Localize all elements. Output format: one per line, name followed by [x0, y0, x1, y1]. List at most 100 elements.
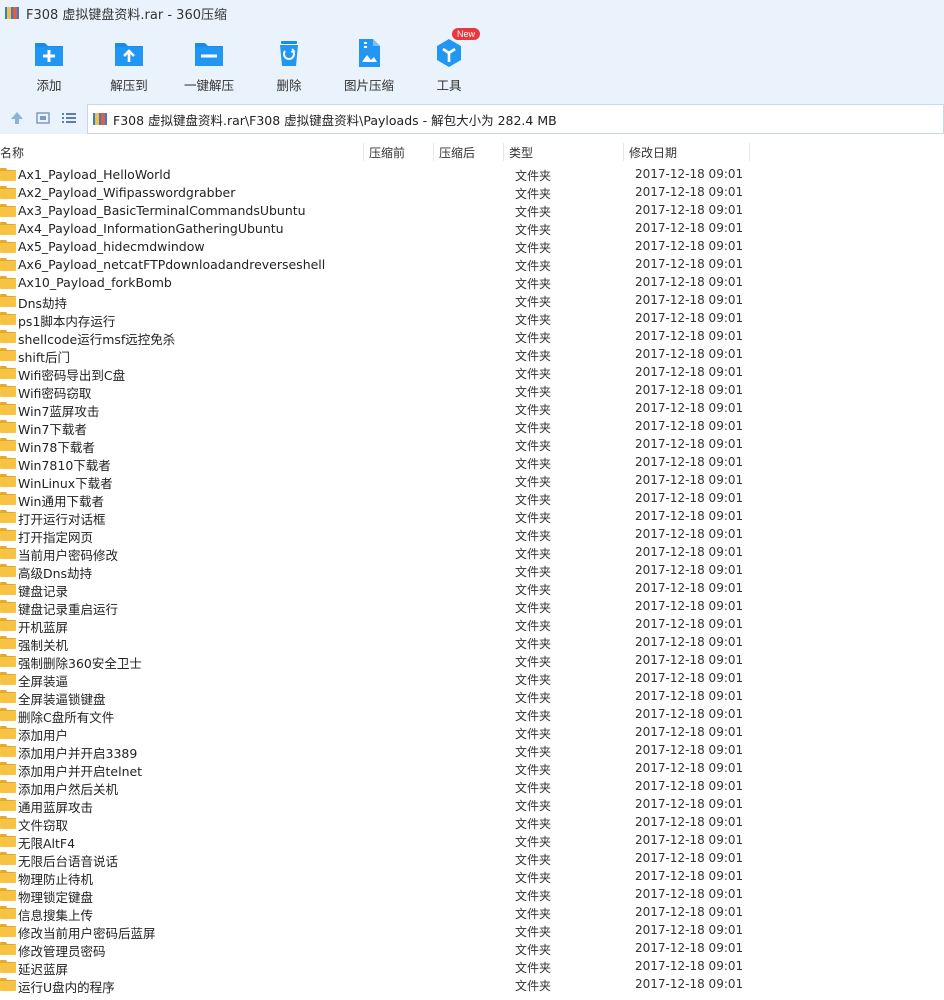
file-row[interactable]: 删除C盘所有文件 文件夹 2017-12-18 09:01 [0, 706, 944, 725]
file-modified-date: 2017-12-18 09:01 [635, 239, 744, 253]
delete-button[interactable]: 删除 [249, 36, 329, 94]
file-row[interactable]: 修改管理员密码 文件夹 2017-12-18 09:01 [0, 940, 944, 959]
file-row[interactable]: ps1脚本内存运行 文件夹 2017-12-18 09:01 [0, 310, 944, 329]
file-row[interactable]: 高级Dns劫持 文件夹 2017-12-18 09:01 [0, 562, 944, 581]
file-type: 文件夹 [515, 439, 552, 453]
file-name: 运行U盘内的程序 [18, 980, 115, 995]
file-row[interactable]: 开机蓝屏 文件夹 2017-12-18 09:01 [0, 616, 944, 635]
file-row[interactable]: 强制删除360安全卫士 文件夹 2017-12-18 09:01 [0, 652, 944, 671]
up-arrow-icon[interactable] [9, 110, 25, 126]
file-row[interactable]: shift后门 文件夹 2017-12-18 09:01 [0, 346, 944, 365]
file-row[interactable]: Ax5_Payload_hidecmdwindow 文件夹 2017-12-18 0… [0, 238, 944, 256]
file-modified-date: 2017-12-18 09:01 [635, 689, 744, 703]
column-divider[interactable] [363, 143, 364, 161]
file-row[interactable]: Win7蓝屏攻击 文件夹 2017-12-18 09:01 [0, 400, 944, 419]
file-row[interactable]: 添加用户并开启telnet 文件夹 2017-12-18 09:01 [0, 760, 944, 779]
extract-to-button[interactable]: 解压到 [89, 36, 169, 94]
file-row[interactable]: Win7810下载者 文件夹 2017-12-18 09:01 [0, 454, 944, 473]
file-row[interactable]: Ax3_Payload_BasicTerminalCommandsUbuntu 文… [0, 202, 944, 220]
file-row[interactable]: Win78下载者 文件夹 2017-12-18 09:01 [0, 436, 944, 455]
file-row[interactable]: Ax4_Payload_InformationGatheringUbuntu 文件… [0, 220, 944, 238]
column-divider[interactable] [749, 143, 750, 161]
file-modified-date: 2017-12-18 09:01 [635, 905, 744, 919]
file-type: 文件夹 [515, 367, 552, 381]
file-row[interactable]: Wifi密码导出到C盘 文件夹 2017-12-18 09:01 [0, 364, 944, 383]
file-type: 文件夹 [515, 403, 552, 417]
file-name: Ax4_Payload_InformationGatheringUbuntu [18, 221, 284, 236]
file-modified-date: 2017-12-18 09:01 [635, 455, 744, 469]
title-bar: F308 虚拟键盘资料.rar - 360压缩 [0, 0, 944, 26]
thumbnail-view-icon[interactable] [35, 110, 51, 126]
folder-icon [0, 923, 16, 938]
column-name[interactable]: 名称 [0, 144, 24, 161]
column-type[interactable]: 类型 [509, 144, 533, 161]
file-row[interactable]: 物理锁定键盘 文件夹 2017-12-18 09:01 [0, 886, 944, 905]
file-row[interactable]: Win7下载者 文件夹 2017-12-18 09:01 [0, 418, 944, 437]
list-view-icon[interactable] [61, 110, 77, 126]
file-row[interactable]: Ax6_Payload_netcatFTPdownloadandreverses… [0, 256, 944, 274]
column-divider[interactable] [623, 143, 624, 161]
file-modified-date: 2017-12-18 09:01 [635, 473, 744, 487]
tools-button[interactable]: New 工具 [409, 28, 489, 94]
file-row[interactable]: Win通用下载者 文件夹 2017-12-18 09:01 [0, 490, 944, 509]
file-row[interactable]: 全屏装逼 文件夹 2017-12-18 09:01 [0, 670, 944, 689]
file-row[interactable]: 运行U盘内的程序 文件夹 2017-12-18 09:01 [0, 976, 944, 995]
file-row[interactable]: 无限后台语音说话 文件夹 2017-12-18 09:01 [0, 850, 944, 869]
file-modified-date: 2017-12-18 09:01 [635, 545, 744, 559]
folder-icon [0, 527, 16, 542]
file-row[interactable]: 键盘记录 文件夹 2017-12-18 09:01 [0, 580, 944, 599]
folder-icon [0, 761, 16, 776]
file-row[interactable]: Dns劫持 文件夹 2017-12-18 09:01 [0, 292, 944, 311]
column-compressed-after[interactable]: 压缩后 [439, 144, 475, 161]
file-row[interactable]: Wifi密码窃取 文件夹 2017-12-18 09:01 [0, 382, 944, 401]
file-row[interactable]: 物理防止待机 文件夹 2017-12-18 09:01 [0, 868, 944, 887]
file-modified-date: 2017-12-18 09:01 [635, 959, 744, 973]
file-row[interactable]: 添加用户然后关机 文件夹 2017-12-18 09:01 [0, 778, 944, 797]
file-row[interactable]: shellcode运行msf远控免杀 文件夹 2017-12-18 09:01 [0, 328, 944, 347]
file-row[interactable]: 打开指定网页 文件夹 2017-12-18 09:01 [0, 526, 944, 545]
folder-icon [0, 959, 16, 974]
one-click-extract-label: 一键解压 [183, 78, 234, 93]
file-row[interactable]: 添加用户并开启3389 文件夹 2017-12-18 09:01 [0, 742, 944, 761]
file-modified-date: 2017-12-18 09:01 [635, 311, 744, 325]
file-modified-date: 2017-12-18 09:01 [635, 707, 744, 721]
file-type: 文件夹 [515, 673, 552, 687]
file-row[interactable]: 打开运行对话框 文件夹 2017-12-18 09:01 [0, 508, 944, 527]
column-compressed-before[interactable]: 压缩前 [369, 144, 405, 161]
file-name: Ax10_Payload_forkBomb [18, 275, 172, 290]
folder-icon [0, 437, 16, 452]
one-click-extract-button[interactable]: 一键解压 [169, 36, 249, 94]
folder-icon [0, 293, 16, 308]
file-row[interactable]: Ax10_Payload_forkBomb 文件夹 2017-12-18 09:01 [0, 274, 944, 292]
file-row[interactable]: Ax1_Payload_HelloWorld 文件夹 2017-12-18 09:0… [0, 166, 944, 184]
file-modified-date: 2017-12-18 09:01 [635, 869, 744, 883]
file-modified-date: 2017-12-18 09:01 [635, 851, 744, 865]
file-row[interactable]: 无限AltF4 文件夹 2017-12-18 09:01 [0, 832, 944, 851]
file-name: Ax5_Payload_hidecmdwindow [18, 239, 205, 254]
file-row[interactable]: 强制关机 文件夹 2017-12-18 09:01 [0, 634, 944, 653]
file-row[interactable]: Ax2_Payload_Wifipasswordgrabber 文件夹 2017-1… [0, 184, 944, 202]
column-divider[interactable] [503, 143, 504, 161]
file-modified-date: 2017-12-18 09:01 [635, 887, 744, 901]
file-row[interactable]: 键盘记录重启运行 文件夹 2017-12-18 09:01 [0, 598, 944, 617]
file-row[interactable]: WinLinux下载者 文件夹 2017-12-18 09:01 [0, 472, 944, 491]
file-row[interactable]: 当前用户密码修改 文件夹 2017-12-18 09:01 [0, 544, 944, 563]
file-row[interactable]: 添加用户 文件夹 2017-12-18 09:01 [0, 724, 944, 743]
file-row[interactable]: 文件窃取 文件夹 2017-12-18 09:01 [0, 814, 944, 833]
file-type: 文件夹 [515, 529, 552, 543]
file-modified-date: 2017-12-18 09:01 [635, 257, 744, 271]
image-compress-button[interactable]: 图片压缩 [329, 36, 409, 94]
file-row[interactable]: 信息搜集上传 文件夹 2017-12-18 09:01 [0, 904, 944, 923]
folder-icon [0, 185, 16, 200]
file-row[interactable]: 修改当前用户密码后蓝屏 文件夹 2017-12-18 09:01 [0, 922, 944, 941]
column-modified[interactable]: 修改日期 [629, 144, 677, 161]
address-path-field[interactable]: F308 虚拟键盘资料.rar\F308 虚拟键盘资料\Payloads - 解… [87, 104, 944, 134]
add-button[interactable]: 添加 [9, 36, 89, 94]
file-modified-date: 2017-12-18 09:01 [635, 815, 744, 829]
folder-icon [0, 311, 16, 326]
column-divider[interactable] [433, 143, 434, 161]
folder-icon [0, 779, 16, 794]
file-row[interactable]: 通用蓝屏攻击 文件夹 2017-12-18 09:01 [0, 796, 944, 815]
file-row[interactable]: 全屏装逼锁键盘 文件夹 2017-12-18 09:01 [0, 688, 944, 707]
file-row[interactable]: 延迟蓝屏 文件夹 2017-12-18 09:01 [0, 958, 944, 977]
